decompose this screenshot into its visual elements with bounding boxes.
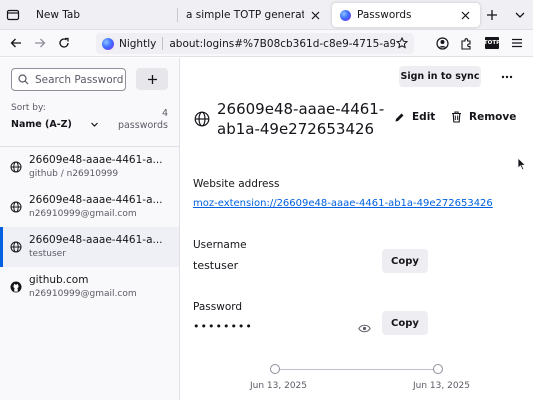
close-icon bbox=[461, 11, 469, 19]
extensions-button[interactable] bbox=[458, 35, 474, 51]
sort-select[interactable]: Name (A-Z) bbox=[11, 119, 100, 130]
tab-totp-generator[interactable]: a simple TOTP generator bbox=[178, 3, 330, 27]
forward-arrow-icon bbox=[35, 38, 46, 48]
copy-username-button[interactable]: Copy bbox=[382, 249, 428, 273]
search-box[interactable] bbox=[11, 68, 126, 91]
sign-in-to-sync-button[interactable]: Sign in to sync bbox=[399, 66, 481, 87]
more-dots-icon bbox=[501, 75, 513, 79]
remove-button[interactable]: Remove bbox=[450, 111, 516, 123]
nightly-logo-icon bbox=[102, 37, 114, 50]
plus-icon bbox=[147, 74, 157, 84]
website-address-link[interactable]: moz-extension://26609e48-aaae-4461-ab1a-… bbox=[193, 198, 493, 209]
close-icon bbox=[311, 11, 319, 19]
firefox-view-button[interactable] bbox=[5, 7, 21, 23]
login-list-item[interactable]: 26609e48-aaae-4461-a... github / n269109… bbox=[0, 147, 179, 187]
timeline-line bbox=[275, 369, 438, 370]
login-title: 26609e48-aaae-4461-ab1a-49e272653426 bbox=[217, 100, 385, 138]
globe-icon bbox=[9, 200, 23, 214]
pencil-icon bbox=[393, 111, 405, 123]
username-value: testuser bbox=[193, 259, 239, 272]
password-label: Password bbox=[193, 301, 243, 313]
navigation-toolbar: Nightly about:logins#%7B08cb361d-c8e9-47… bbox=[0, 30, 533, 57]
remove-button-label: Remove bbox=[469, 111, 517, 123]
login-item-title: 26609e48-aaae-4461-a... bbox=[29, 194, 163, 206]
back-arrow-icon bbox=[10, 38, 21, 48]
login-list-item[interactable]: github.com n26910999@gmail.com bbox=[0, 267, 179, 307]
eye-icon bbox=[357, 324, 371, 332]
account-icon bbox=[435, 36, 449, 50]
timeline-date-modified: Jun 13, 2025 bbox=[413, 381, 471, 391]
url-bar[interactable]: Nightly about:logins#%7B08cb361d-c8e9-47… bbox=[96, 33, 414, 54]
create-login-button[interactable] bbox=[136, 68, 168, 90]
login-item-subtitle: n26910999@gmail.com bbox=[29, 289, 137, 299]
globe-icon bbox=[9, 160, 23, 174]
login-count-label: passwords bbox=[117, 120, 168, 131]
login-item-title: github.com bbox=[29, 274, 89, 286]
list-all-tabs-button[interactable] bbox=[512, 7, 528, 23]
trash-icon bbox=[450, 111, 462, 123]
chevron-down-icon bbox=[90, 120, 100, 130]
login-list-item-selected[interactable]: 26609e48-aaae-4461-a... testuser bbox=[0, 227, 179, 267]
reload-icon bbox=[59, 37, 69, 48]
url-text[interactable]: about:logins#%7B08cb361d-c8e9-4715-a90f-… bbox=[169, 38, 401, 50]
close-tab-button[interactable] bbox=[458, 8, 472, 22]
timeline-dot bbox=[433, 364, 443, 374]
forward-button[interactable] bbox=[32, 35, 48, 51]
tab-title: Passwords bbox=[357, 9, 412, 21]
chevron-down-icon bbox=[515, 12, 525, 18]
username-label: Username bbox=[193, 239, 247, 251]
login-item-title: 26609e48-aaae-4461-a... bbox=[29, 234, 163, 246]
edit-button[interactable]: Edit bbox=[393, 111, 435, 123]
totp-extension-icon: TOTP bbox=[484, 37, 500, 49]
plus-icon bbox=[487, 10, 497, 20]
url-divider bbox=[162, 37, 164, 50]
reveal-password-button[interactable] bbox=[357, 321, 371, 335]
timeline-dot bbox=[270, 364, 280, 374]
login-item-title: 26609e48-aaae-4461-a... bbox=[29, 154, 163, 166]
reload-button[interactable] bbox=[56, 35, 72, 51]
password-value: •••••••• bbox=[193, 320, 253, 333]
star-icon bbox=[396, 37, 408, 49]
tab-new-tab[interactable]: New Tab bbox=[28, 3, 174, 27]
totp-extension-button[interactable]: TOTP bbox=[484, 35, 500, 51]
login-item-subtitle: github / n26910999 bbox=[29, 169, 119, 179]
browser-brand-label: Nightly bbox=[119, 37, 157, 50]
tab-title: a simple TOTP generator bbox=[186, 9, 304, 21]
login-item-subtitle: n26910999@gmail.com bbox=[29, 209, 137, 219]
edit-button-label: Edit bbox=[412, 111, 436, 123]
account-button[interactable] bbox=[434, 35, 450, 51]
sort-value: Name (A-Z) bbox=[11, 119, 72, 130]
sort-label: Sort by: bbox=[11, 103, 46, 113]
website-address-label: Website address bbox=[193, 178, 280, 190]
tab-strip: New Tab a simple TOTP generator Password… bbox=[0, 0, 533, 30]
puzzle-piece-icon bbox=[460, 37, 471, 50]
new-tab-button[interactable] bbox=[484, 7, 500, 23]
bookmark-star-button[interactable] bbox=[395, 36, 409, 50]
timeline-date-created: Jun 13, 2025 bbox=[250, 381, 308, 391]
more-options-button[interactable] bbox=[499, 70, 515, 84]
hamburger-menu-icon bbox=[512, 38, 522, 48]
globe-icon bbox=[193, 110, 211, 128]
tab-title: New Tab bbox=[36, 9, 81, 21]
passwords-tab-icon bbox=[340, 9, 351, 21]
back-button[interactable] bbox=[8, 35, 24, 51]
mouse-cursor-icon bbox=[517, 157, 527, 171]
close-tab-button[interactable] bbox=[308, 8, 322, 22]
login-detail-panel: Sign in to sync 26609e48-aaae-4461-ab1a-… bbox=[181, 58, 533, 400]
copy-password-button[interactable]: Copy bbox=[382, 311, 428, 335]
github-icon bbox=[9, 280, 23, 294]
app-menu-button[interactable] bbox=[509, 35, 525, 51]
logins-sidebar: Sort by: Name (A-Z) 4 passwords 26609e48… bbox=[0, 58, 180, 400]
search-input[interactable] bbox=[35, 73, 123, 86]
search-icon bbox=[18, 74, 29, 85]
globe-icon bbox=[9, 240, 23, 254]
login-count: 4 bbox=[161, 108, 168, 119]
tab-passwords[interactable]: Passwords bbox=[332, 3, 480, 27]
firefox-view-icon bbox=[6, 9, 20, 21]
login-list-item[interactable]: 26609e48-aaae-4461-a... n26910999@gmail.… bbox=[0, 187, 179, 227]
login-item-subtitle: testuser bbox=[29, 249, 66, 259]
